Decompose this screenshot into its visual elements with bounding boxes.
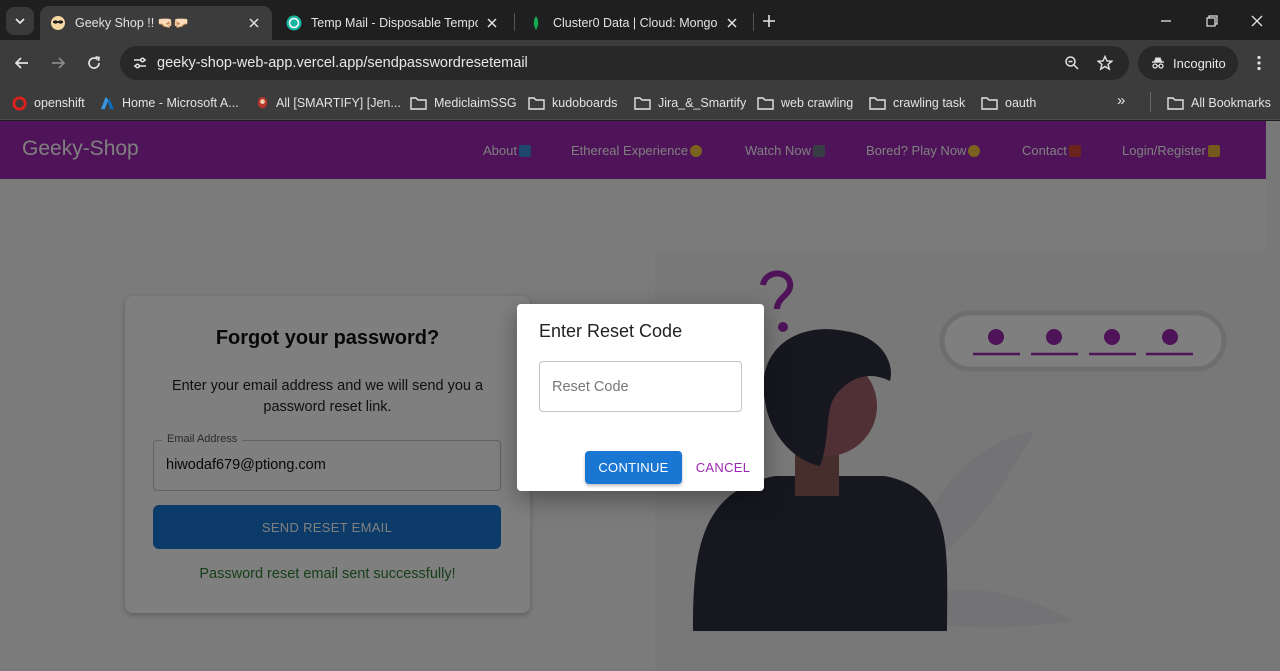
bookmark-microsoft[interactable]: Home - Microsoft A... xyxy=(100,92,239,114)
new-tab-button[interactable] xyxy=(758,10,780,32)
bookmark-star-icon[interactable] xyxy=(1095,53,1115,73)
close-icon xyxy=(1251,15,1263,27)
bookmark-label: All Bookmarks xyxy=(1191,96,1271,110)
folder-icon xyxy=(410,96,427,110)
folder-icon xyxy=(757,96,774,110)
tab-separator xyxy=(753,13,754,31)
incognito-icon xyxy=(1152,57,1164,69)
bookmark-label: MediclaimSSG xyxy=(434,96,517,110)
bookmark-folder-oauth[interactable]: oauth xyxy=(981,92,1036,114)
tab-geeky-shop[interactable]: Geeky Shop !! 🤜🏻🤛🏻 xyxy=(40,6,272,40)
tab-title: Temp Mail - Disposable Tempor xyxy=(311,16,478,30)
chevron-down-icon xyxy=(15,18,25,25)
bookmark-label: kudoboards xyxy=(552,96,618,110)
bookmark-label: All [SMARTIFY] [Jen... xyxy=(276,96,401,110)
url-text: geeky-shop-web-app.vercel.app/sendpasswo… xyxy=(157,55,528,71)
bookmark-folder-kudoboards[interactable]: kudoboards xyxy=(528,92,617,114)
dialog-title: Enter Reset Code xyxy=(539,321,683,341)
folder-icon xyxy=(1167,96,1184,110)
reload-button[interactable] xyxy=(80,49,108,77)
close-tab-icon[interactable] xyxy=(724,15,740,31)
bookmarks-bar: openshift Home - Microsoft A... All [SMA… xyxy=(0,86,1280,120)
bookmark-label: Home - Microsoft A... xyxy=(122,96,239,110)
bookmark-folder-crawling-task[interactable]: crawling task xyxy=(869,92,965,114)
bookmark-label: oauth xyxy=(1005,96,1037,110)
zoom-icon[interactable] xyxy=(1062,53,1082,73)
bookmark-folder-mediclaim[interactable]: MediclaimSSG xyxy=(410,92,517,114)
bookmark-label: crawling task xyxy=(893,96,966,110)
reset-code-dialog: Enter Reset Code CONTINUE CANCEL xyxy=(517,304,764,491)
arrow-right-icon xyxy=(52,57,66,69)
profile-label: Incognito xyxy=(1173,55,1226,71)
restore-icon xyxy=(1206,15,1218,27)
tab-title: Geeky Shop !! 🤜🏻🤛🏻 xyxy=(75,15,189,30)
tab-temp-mail[interactable]: Temp Mail - Disposable Tempor xyxy=(276,6,510,40)
temp-mail-favicon-icon xyxy=(286,15,302,31)
reload-icon xyxy=(88,56,100,69)
browser-toolbar: geeky-shop-web-app.vercel.app/sendpasswo… xyxy=(0,40,1280,86)
more-bookmarks-chevron-icon[interactable]: » xyxy=(1117,92,1125,109)
bookmark-label: Jira_&_Smartify xyxy=(658,96,747,110)
incognito-indicator[interactable]: Incognito xyxy=(1138,46,1238,80)
tab-search-button[interactable] xyxy=(6,7,34,35)
close-tab-icon[interactable] xyxy=(484,15,500,31)
mongodb-leaf-icon xyxy=(533,16,539,30)
bookmark-folder-jira[interactable]: Jira_&_Smartify xyxy=(634,92,746,114)
web-page: Geeky-Shop About Ethereal Experience Wat… xyxy=(0,121,1280,671)
tab-separator xyxy=(514,13,515,31)
minimize-icon xyxy=(1161,20,1171,22)
menu-button[interactable] xyxy=(1245,49,1273,77)
jenkins-icon xyxy=(256,96,269,111)
bookmark-openshift[interactable]: openshift xyxy=(12,92,85,114)
tab-mongodb[interactable]: Cluster0 Data | Cloud: MongoDB xyxy=(518,6,750,40)
azure-icon xyxy=(100,96,115,111)
close-tab-icon[interactable] xyxy=(246,15,262,31)
openshift-icon xyxy=(12,95,27,111)
tab-strip: Geeky Shop !! 🤜🏻🤛🏻 Temp Mail - Disposabl… xyxy=(0,0,1280,40)
bookmark-label: web crawling xyxy=(781,96,854,110)
restore-button[interactable] xyxy=(1199,8,1225,34)
tab-title: Cluster0 Data | Cloud: MongoDB xyxy=(553,16,718,30)
arrow-left-icon xyxy=(14,57,28,69)
folder-icon xyxy=(981,96,998,110)
cancel-button[interactable]: CANCEL xyxy=(692,451,754,484)
kebab-menu-icon xyxy=(1257,55,1261,71)
bookmark-jenkins[interactable]: All [SMARTIFY] [Jen... xyxy=(256,92,401,114)
folder-icon xyxy=(528,96,545,110)
bookmark-label: openshift xyxy=(34,96,85,110)
back-button[interactable] xyxy=(8,49,36,77)
bookmarks-separator xyxy=(1150,92,1151,112)
address-bar[interactable]: geeky-shop-web-app.vercel.app/sendpasswo… xyxy=(120,46,1129,80)
geeky-shop-favicon-icon xyxy=(51,16,65,30)
continue-button[interactable]: CONTINUE xyxy=(585,451,682,484)
close-window-button[interactable] xyxy=(1244,8,1270,34)
all-bookmarks-button[interactable]: All Bookmarks xyxy=(1167,92,1271,114)
reset-code-input[interactable] xyxy=(539,361,742,412)
folder-icon xyxy=(869,96,886,110)
plus-icon xyxy=(763,15,775,27)
site-info-icon[interactable] xyxy=(128,51,152,75)
forward-button[interactable] xyxy=(44,49,72,77)
minimize-button[interactable] xyxy=(1153,8,1179,34)
folder-icon xyxy=(634,96,651,110)
bookmark-folder-web-crawling[interactable]: web crawling xyxy=(757,92,853,114)
